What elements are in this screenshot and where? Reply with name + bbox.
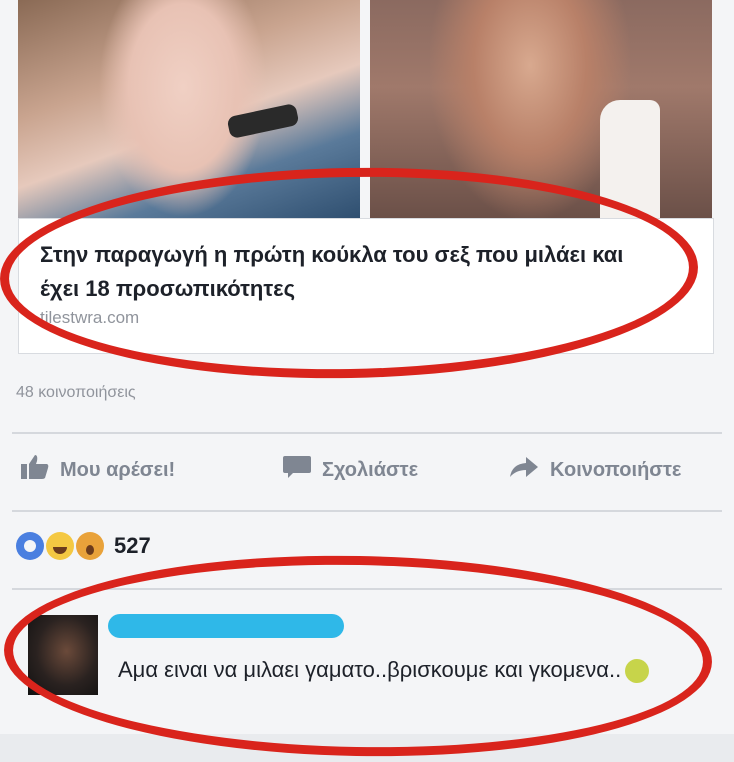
divider [12, 510, 722, 512]
share-arrow-icon [508, 455, 540, 485]
comment-icon [282, 455, 312, 485]
reaction-count: 527 [114, 533, 151, 558]
share-label: Κοινοποιήστε [550, 458, 682, 481]
comment-button[interactable]: Σχολιάστε [282, 448, 418, 492]
reactions-summary[interactable]: 527 [16, 532, 151, 560]
divider [12, 432, 722, 434]
action-bar: Μου αρέσει! Σχολιάστε Κοινοποιήστε [0, 448, 734, 492]
like-label: Μου αρέσει! [60, 458, 176, 481]
like-reaction-icon [16, 532, 44, 560]
comment-label: Σχολιάστε [322, 458, 419, 481]
wow-reaction-icon [76, 532, 104, 560]
haha-reaction-icon [46, 532, 74, 560]
facebook-post: Στην παραγωγή η πρώτη κούκλα του σεξ που… [0, 0, 734, 762]
share-button[interactable]: Κοινοποιήστε [508, 448, 681, 492]
shares-count[interactable]: 48 κοινοποιήσεις [16, 384, 136, 402]
like-button[interactable]: Μου αρέσει! [20, 448, 175, 492]
thumbs-up-icon [20, 454, 50, 486]
